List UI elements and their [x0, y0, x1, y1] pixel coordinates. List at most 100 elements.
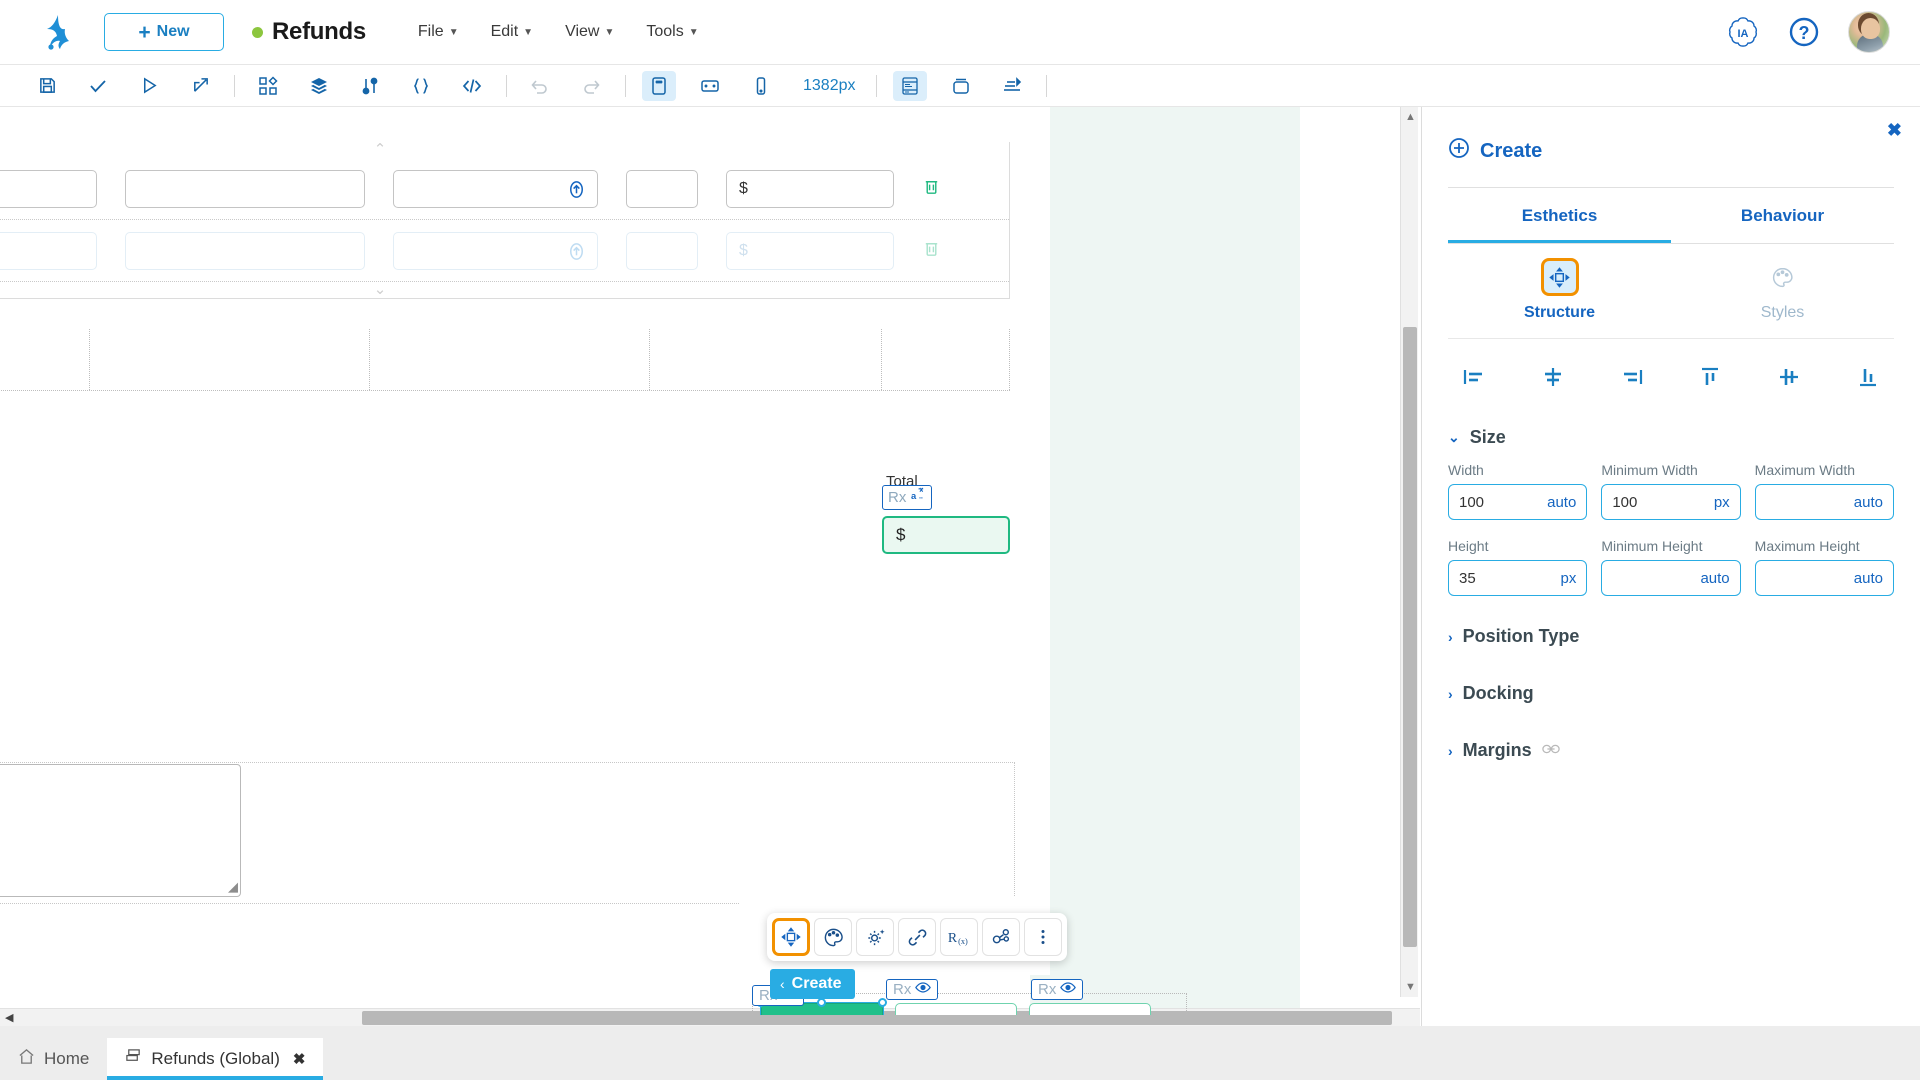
menu-tools[interactable]: Tools ▼ — [646, 23, 698, 41]
min-width-unit[interactable]: px — [1714, 494, 1730, 511]
upload-circle-icon[interactable] — [566, 179, 587, 205]
max-width-input[interactable]: auto — [1754, 484, 1894, 520]
upload-circle-icon[interactable] — [566, 241, 587, 267]
max-height-unit[interactable]: auto — [1854, 570, 1883, 587]
upload-field[interactable] — [393, 169, 598, 208]
align-distribute-icon[interactable] — [995, 71, 1029, 101]
bottom-tab-refunds[interactable]: Refunds (Global) ✖ — [107, 1038, 324, 1080]
rx-badge[interactable]: Rx — [886, 979, 939, 1000]
amount-field[interactable]: $ — [726, 169, 894, 208]
quantity-field[interactable] — [626, 169, 698, 208]
user-avatar[interactable] — [1848, 11, 1890, 53]
menu-edit[interactable]: Edit ▼ — [491, 23, 533, 41]
section-position-type[interactable]: › Position Type — [1448, 626, 1920, 647]
align-middle-vertical-icon[interactable] — [1769, 361, 1809, 393]
section-margins[interactable]: › Margins — [1448, 740, 1920, 761]
section-docking[interactable]: › Docking — [1448, 683, 1920, 704]
rx-badge[interactable]: Rx a — [882, 485, 933, 510]
reference-field[interactable] — [125, 231, 365, 270]
comments-textarea[interactable]: ◢ — [0, 764, 241, 897]
tab-esthetics[interactable]: Esthetics — [1448, 188, 1671, 243]
close-icon[interactable]: ✖ — [293, 1050, 306, 1068]
trash-icon[interactable] — [922, 177, 941, 201]
table-row[interactable]: $ — [0, 220, 1009, 282]
align-bottom-icon[interactable] — [1848, 361, 1888, 393]
scroll-down-chevron-icon[interactable]: ⌄ — [0, 282, 1009, 298]
table-row[interactable]: $ — [0, 158, 1009, 220]
components-icon[interactable] — [251, 71, 285, 101]
desktop-icon[interactable] — [642, 70, 676, 101]
rx-function-icon[interactable]: R (x) — [940, 918, 978, 956]
tab-behaviour[interactable]: Behaviour — [1671, 188, 1894, 243]
design-canvas[interactable]: ⌃ $ $ ⌄ Rx a Total $ ◢ R (x) ‹ Create Rx… — [0, 107, 1420, 1015]
canvas-horizontal-scrollbar[interactable]: ◀ — [0, 1008, 1420, 1026]
code-icon[interactable] — [455, 71, 489, 101]
new-button[interactable]: + New — [104, 13, 224, 51]
mode-structure[interactable]: Structure — [1448, 258, 1671, 322]
trash-icon[interactable] — [922, 239, 941, 263]
ia-badge-icon[interactable]: IA — [1726, 15, 1760, 49]
reference-field[interactable] — [125, 169, 365, 208]
scroll-down-icon[interactable]: ▼ — [1405, 981, 1416, 993]
width-input[interactable]: 100 auto — [1448, 484, 1588, 520]
total-field[interactable]: $ — [882, 515, 1010, 554]
scroll-left-icon[interactable]: ◀ — [5, 1011, 13, 1024]
panel-create-header[interactable]: Create — [1448, 137, 1920, 165]
help-circle-icon[interactable]: ? — [1788, 16, 1820, 48]
layers-icon[interactable] — [302, 71, 336, 101]
modify-button[interactable]: Modify — [895, 1003, 1017, 1015]
nodes-icon[interactable] — [982, 918, 1020, 956]
app-logo-icon[interactable] — [28, 11, 90, 53]
play-icon[interactable] — [132, 71, 166, 101]
resize-handle-n[interactable] — [817, 998, 826, 1007]
align-left-icon[interactable] — [1454, 361, 1494, 393]
min-width-input[interactable]: 100 px — [1601, 484, 1741, 520]
element-context-toolbar[interactable]: R (x) — [767, 913, 1067, 961]
resize-handle-icon[interactable]: ◢ — [228, 879, 238, 895]
more-vertical-icon[interactable] — [1024, 918, 1062, 956]
save-icon[interactable] — [30, 71, 64, 101]
upload-field[interactable] — [393, 231, 598, 270]
description-field[interactable] — [0, 169, 97, 208]
width-unit[interactable]: auto — [1547, 494, 1576, 511]
viewport-width-label[interactable]: 1382px — [803, 77, 856, 95]
settings-sparkle-icon[interactable] — [856, 918, 894, 956]
menu-file[interactable]: File ▼ — [418, 23, 459, 41]
canvas-vertical-scrollbar[interactable]: ▲ ▼ — [1400, 107, 1418, 997]
undo-icon[interactable] — [523, 71, 557, 101]
check-icon[interactable] — [81, 71, 115, 101]
vertical-scroll-thumb[interactable] — [1403, 327, 1417, 947]
scroll-up-chevron-icon[interactable]: ⌃ — [0, 142, 1009, 158]
container-icon[interactable] — [944, 71, 978, 101]
max-width-unit[interactable]: auto — [1854, 494, 1883, 511]
menu-view[interactable]: View ▼ — [565, 23, 614, 41]
mobile-icon[interactable] — [744, 71, 778, 101]
height-unit[interactable]: px — [1560, 570, 1576, 587]
tablet-icon[interactable] — [693, 71, 727, 101]
amount-field[interactable]: $ — [726, 231, 894, 270]
close-icon[interactable]: ✖ — [1887, 120, 1902, 141]
structure-move-icon[interactable] — [772, 918, 810, 956]
align-right-icon[interactable] — [1612, 361, 1652, 393]
variables-icon[interactable] — [353, 71, 387, 101]
delete-button[interactable]: Delete — [1029, 1003, 1151, 1015]
external-link-icon[interactable] — [183, 71, 217, 101]
rx-badge[interactable]: Rx — [1031, 979, 1084, 1000]
page-layout-icon[interactable] — [892, 70, 927, 101]
bottom-tab-home[interactable]: Home — [0, 1038, 107, 1080]
max-height-input[interactable]: auto — [1754, 560, 1894, 596]
mode-styles[interactable]: Styles — [1671, 258, 1894, 322]
total-control[interactable]: Rx a Total $ — [882, 473, 1010, 554]
breadcrumb-create-chip[interactable]: ‹ Create — [770, 969, 856, 999]
scroll-up-icon[interactable]: ▲ — [1405, 111, 1416, 123]
palette-icon[interactable] — [814, 918, 852, 956]
link-icon[interactable] — [898, 918, 936, 956]
braces-icon[interactable] — [404, 71, 438, 101]
section-size[interactable]: ⌄ Size — [1448, 427, 1920, 448]
min-height-input[interactable]: auto — [1601, 560, 1741, 596]
resize-handle-ne[interactable] — [878, 998, 887, 1007]
quantity-field[interactable] — [626, 231, 698, 270]
link-chain-icon[interactable] — [1541, 742, 1560, 759]
min-height-unit[interactable]: auto — [1700, 570, 1729, 587]
redo-icon[interactable] — [574, 71, 608, 101]
